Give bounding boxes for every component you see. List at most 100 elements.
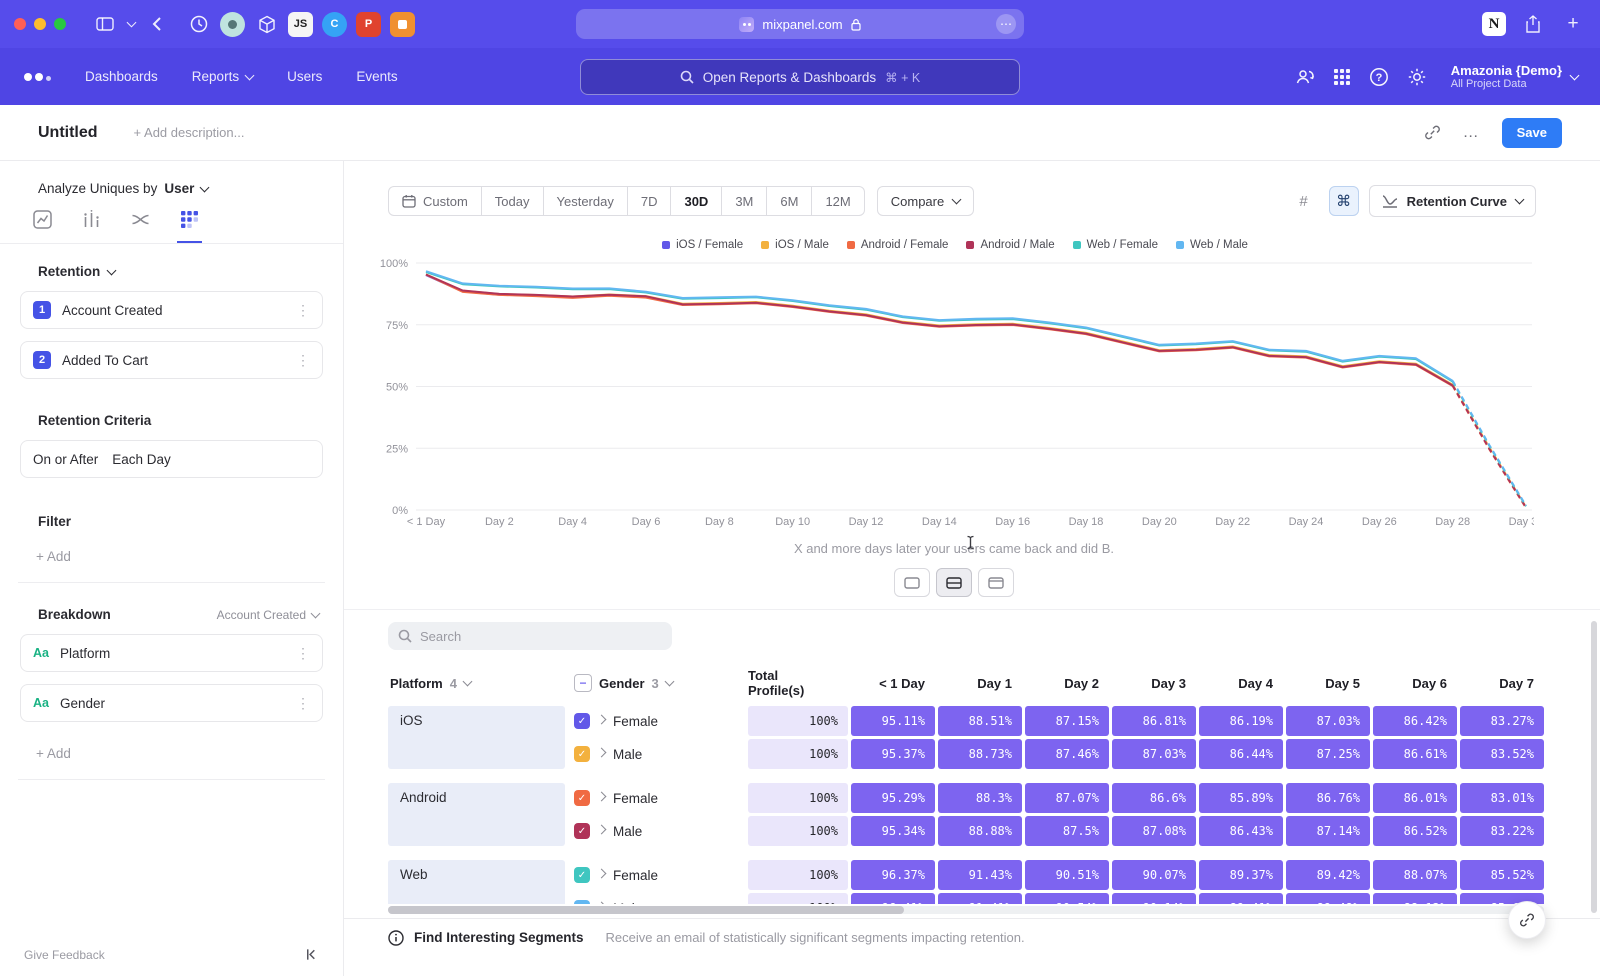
tab-funnels[interactable] [79, 210, 104, 243]
expand-row-icon[interactable] [597, 825, 607, 835]
expand-row-icon[interactable] [597, 902, 607, 904]
series-checkbox[interactable]: ✓ [574, 867, 590, 883]
retention-chart[interactable]: 0%25%50%75%100%< 1 DayDay 2Day 4Day 6Day… [374, 253, 1534, 533]
legend-item[interactable]: iOS / Male [761, 239, 829, 251]
keyboard-shortcuts-icon[interactable]: ⌘ [1329, 186, 1359, 216]
chart-type-select[interactable]: Retention Curve [1369, 185, 1536, 217]
data-management-icon[interactable] [1295, 67, 1315, 87]
retention-criteria-row[interactable]: On or After Each Day [20, 440, 323, 478]
retention-value-cell[interactable]: 89.48% [1286, 893, 1370, 904]
apps-grid-icon[interactable] [1333, 68, 1351, 86]
series-checkbox[interactable]: ✓ [574, 713, 590, 729]
url-more-options-button[interactable]: ⋯ [996, 14, 1016, 34]
retention-value-cell[interactable]: 86.43% [1199, 816, 1283, 846]
retention-value-cell[interactable]: 86.81% [1112, 706, 1196, 736]
breakdown-options-icon[interactable]: ⋮ [296, 695, 310, 712]
retention-value-cell[interactable]: 87.25% [1286, 739, 1370, 769]
retention-value-cell[interactable]: 91.43% [938, 860, 1022, 890]
platform-column-header[interactable]: Platform 4 [388, 676, 565, 691]
analyze-entity-select[interactable]: User [164, 181, 194, 196]
gender-cell[interactable]: ✓Male [568, 893, 745, 904]
nav-item-users[interactable]: Users [287, 69, 322, 84]
give-feedback-link[interactable]: Give Feedback [24, 948, 105, 962]
retention-value-cell[interactable]: 89.41% [1199, 893, 1283, 904]
legend-item[interactable]: iOS / Female [662, 239, 743, 251]
retention-value-cell[interactable]: 83.22% [1460, 816, 1544, 846]
retention-value-cell[interactable]: 86.52% [1373, 816, 1457, 846]
retention-value-cell[interactable]: 88.88% [938, 816, 1022, 846]
mixpanel-logo[interactable] [24, 73, 51, 81]
expand-row-icon[interactable] [597, 792, 607, 802]
extension-icon-4[interactable]: JS [288, 12, 313, 37]
expand-row-icon[interactable] [597, 869, 607, 879]
retention-value-cell[interactable]: 96.41% [851, 893, 935, 904]
retention-value-cell[interactable]: 95.34% [851, 816, 935, 846]
retention-value-cell[interactable]: 89.37% [1199, 860, 1283, 890]
extension-icon-3[interactable] [254, 12, 279, 37]
retention-value-cell[interactable]: 87.07% [1025, 783, 1109, 813]
retention-value-cell[interactable]: 90.07% [1112, 860, 1196, 890]
retention-step-1[interactable]: 1 Account Created ⋮ [20, 291, 323, 329]
retention-value-cell[interactable]: 87.15% [1025, 706, 1109, 736]
criteria-value-select[interactable]: Each Day [112, 452, 171, 467]
retention-value-cell[interactable]: 86.19% [1199, 706, 1283, 736]
more-options-button[interactable]: … [1463, 124, 1480, 142]
retention-value-cell[interactable]: 83.27% [1460, 706, 1544, 736]
breakdown-options-icon[interactable]: ⋮ [296, 645, 310, 662]
new-tab-button[interactable]: + [1560, 11, 1586, 37]
expand-row-icon[interactable] [597, 748, 607, 758]
collapse-sidebar-icon[interactable] [304, 947, 319, 962]
platform-cell[interactable]: iOS [388, 706, 565, 769]
save-button[interactable]: Save [1502, 118, 1562, 148]
gender-cell[interactable]: ✓Female [568, 783, 745, 813]
range-button-custom[interactable]: Custom [388, 186, 482, 216]
report-title[interactable]: Untitled [38, 124, 98, 142]
retention-value-cell[interactable]: 86.61% [1373, 739, 1457, 769]
table-search-input[interactable]: Search [388, 622, 672, 650]
range-button-yesterday[interactable]: Yesterday [544, 186, 628, 216]
step-options-icon[interactable]: ⋮ [296, 302, 310, 319]
breakdown-item-gender[interactable]: Aa Gender ⋮ [20, 684, 323, 722]
retention-value-cell[interactable]: 91.41% [938, 893, 1022, 904]
zoom-window-button[interactable] [54, 18, 66, 30]
retention-value-cell[interactable]: 87.08% [1112, 816, 1196, 846]
retention-value-cell[interactable]: 86.44% [1199, 739, 1283, 769]
retention-value-cell[interactable]: 86.01% [1373, 783, 1457, 813]
retention-value-cell[interactable]: 95.11% [851, 706, 935, 736]
retention-value-cell[interactable]: 88.73% [938, 739, 1022, 769]
series-checkbox[interactable]: ✓ [574, 823, 590, 839]
retention-section-title[interactable]: Retention [38, 264, 323, 279]
retention-value-cell[interactable]: 87.03% [1286, 706, 1370, 736]
settings-gear-icon[interactable] [1407, 67, 1427, 87]
sidebar-toggle-icon[interactable] [92, 11, 118, 37]
breakdown-item-platform[interactable]: Aa Platform ⋮ [20, 634, 323, 672]
retention-value-cell[interactable]: 83.52% [1460, 739, 1544, 769]
help-icon[interactable]: ? [1369, 67, 1389, 87]
retention-value-cell[interactable]: 95.29% [851, 783, 935, 813]
expand-row-icon[interactable] [597, 715, 607, 725]
retention-value-cell[interactable]: 90.51% [1025, 860, 1109, 890]
gender-cell[interactable]: ✓Male [568, 739, 745, 769]
back-button[interactable] [144, 11, 170, 37]
range-button-today[interactable]: Today [482, 186, 544, 216]
annotations-icon[interactable]: # [1289, 186, 1319, 216]
series-checkbox[interactable]: ✓ [574, 790, 590, 806]
nav-item-events[interactable]: Events [356, 69, 397, 84]
extension-icon-6[interactable]: P [356, 12, 381, 37]
retention-value-cell[interactable]: 89.42% [1286, 860, 1370, 890]
copy-link-icon[interactable] [1424, 124, 1441, 141]
legend-item[interactable]: Android / Female [847, 239, 949, 251]
find-interesting-segments[interactable]: Find Interesting Segments [388, 930, 584, 946]
filter-add-button[interactable]: + Add [36, 549, 325, 564]
scrollbar-thumb[interactable] [388, 906, 904, 914]
retention-value-cell[interactable]: 95.37% [851, 739, 935, 769]
retention-value-cell[interactable]: 88.51% [938, 706, 1022, 736]
retention-step-2[interactable]: 2 Added To Cart ⋮ [20, 341, 323, 379]
range-button-6m[interactable]: 6M [767, 186, 812, 216]
share-link-button[interactable] [1508, 901, 1546, 939]
nav-item-reports[interactable]: Reports [192, 69, 253, 84]
notion-extension-icon[interactable]: N [1482, 12, 1506, 36]
nav-item-dashboards[interactable]: Dashboards [85, 69, 158, 84]
retention-value-cell[interactable]: 87.14% [1286, 816, 1370, 846]
series-checkbox[interactable]: ✓ [574, 900, 590, 904]
